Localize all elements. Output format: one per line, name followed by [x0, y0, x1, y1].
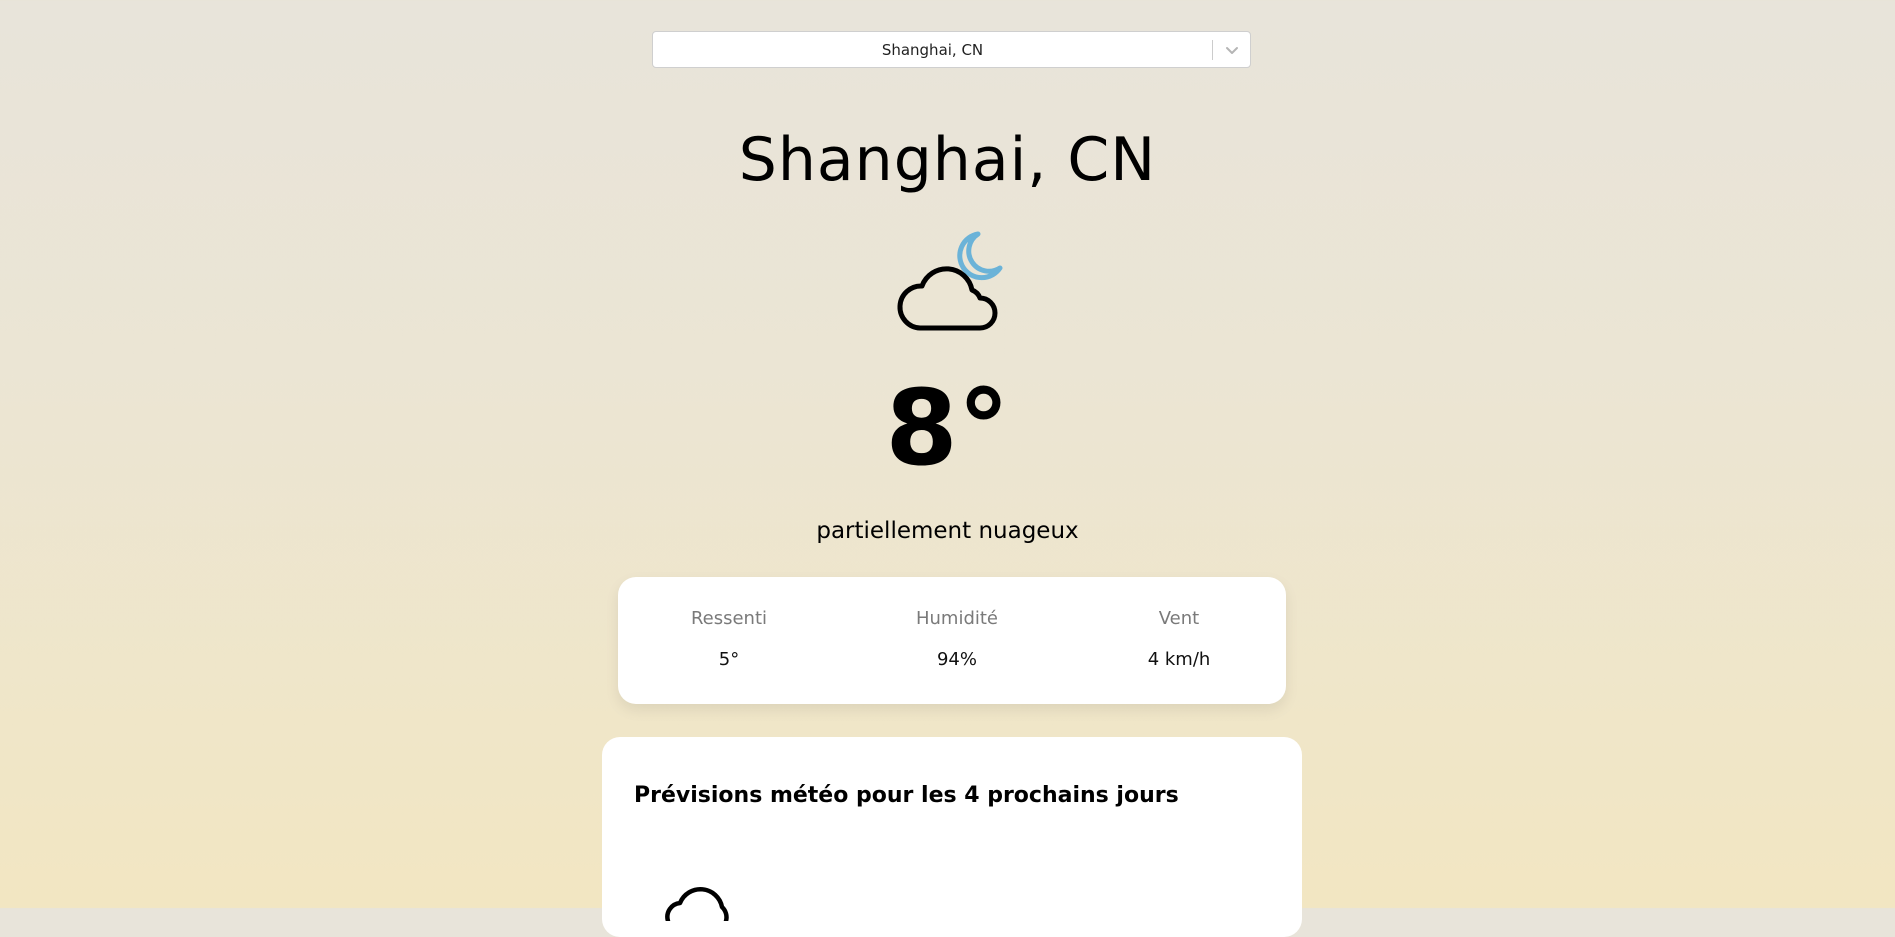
detail-label: Humidité [915, 608, 999, 629]
weather-description: partiellement nuageux [816, 518, 1079, 544]
cloud-icon [660, 881, 730, 924]
details-card: Ressenti 5° Humidité 94% Vent 4 km/h [618, 577, 1286, 704]
current-temperature: 8° [885, 367, 1010, 489]
detail-feels-like: Ressenti 5° [629, 577, 829, 704]
chevron-down-icon[interactable] [1222, 40, 1242, 60]
detail-humidity: Humidité 94% [857, 577, 1057, 704]
forecast-card: Prévisions météo pour les 4 prochains jo… [602, 737, 1302, 937]
city-title: Shanghai, CN [738, 125, 1157, 195]
detail-value: 94% [936, 649, 977, 670]
forecast-title: Prévisions météo pour les 4 prochains jo… [634, 783, 1179, 808]
detail-wind: Vent 4 km/h [1079, 577, 1279, 704]
detail-value: 5° [718, 649, 740, 670]
select-separator [1212, 40, 1213, 60]
detail-label: Ressenti [690, 608, 768, 629]
city-select[interactable]: Shanghai, CN [652, 31, 1251, 68]
city-select-value: Shanghai, CN [881, 40, 984, 59]
detail-value: 4 km/h [1147, 649, 1211, 670]
detail-label: Vent [1158, 608, 1200, 629]
cloud-moon-icon [896, 228, 1010, 334]
